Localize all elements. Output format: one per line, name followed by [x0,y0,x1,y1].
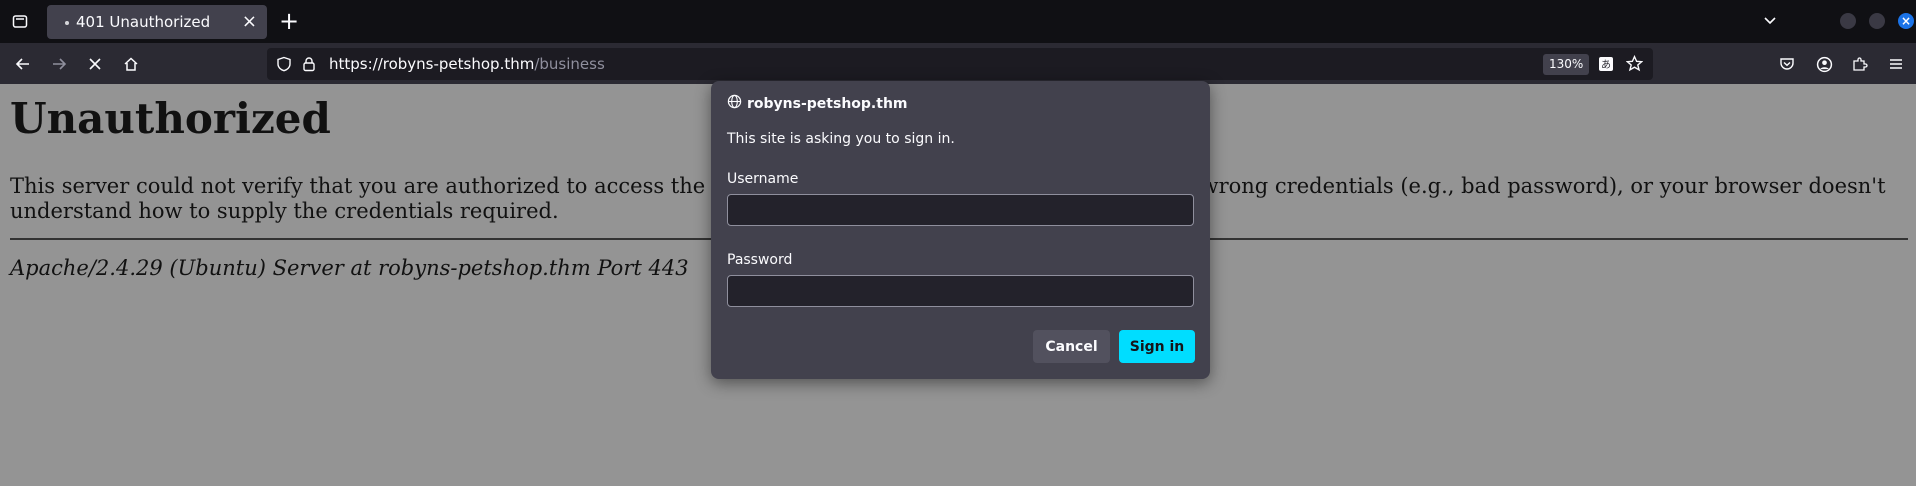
pocket-icon[interactable] [1776,53,1798,75]
lock-icon[interactable] [301,56,317,76]
puzzle-icon[interactable] [1849,53,1871,75]
forward-arrow-icon[interactable] [48,53,70,75]
window-close-button[interactable]: × [1898,13,1914,29]
svg-text:あ: あ [1601,59,1611,71]
tab-strip: 401 Unauthorized × + × [0,0,1916,43]
auth-dialog: robyns-petshop.thm This site is asking y… [711,81,1210,379]
shield-icon[interactable] [276,56,292,76]
tab-list-icon[interactable] [9,10,31,32]
server-signature: Apache/2.4.29 (Ubuntu) Server at robyns-… [10,256,689,280]
stop-icon[interactable] [84,53,106,75]
zoom-indicator[interactable]: 130% [1543,54,1590,75]
star-icon[interactable] [1625,54,1644,76]
username-label: Username [727,171,799,187]
minimize-button[interactable] [1840,13,1856,29]
url-path: /business [534,55,605,73]
dialog-origin: robyns-petshop.thm [727,94,908,113]
translate-icon[interactable]: あ [1598,56,1614,76]
maximize-button[interactable] [1869,13,1885,29]
url-host: https://robyns-petshop.thm [329,55,535,73]
password-label: Password [727,252,793,268]
close-icon[interactable]: × [242,5,257,39]
password-field[interactable] [727,275,1194,307]
username-field[interactable] [727,194,1194,226]
cancel-button[interactable]: Cancel [1033,330,1110,363]
account-icon[interactable] [1813,53,1835,75]
dialog-origin-text: robyns-petshop.thm [747,95,908,112]
nav-toolbar: https://robyns-petshop.thm/business 130%… [0,43,1916,84]
globe-icon [727,94,747,113]
active-tab[interactable]: 401 Unauthorized × [47,5,267,39]
tab-title: 401 Unauthorized [76,13,211,31]
plus-icon[interactable]: + [279,9,299,33]
hamburger-menu-icon[interactable] [1885,53,1907,75]
url-bar[interactable]: https://robyns-petshop.thm/business 130%… [267,48,1653,80]
chevron-down-icon[interactable] [1762,12,1778,32]
dialog-prompt: This site is asking you to sign in. [727,131,955,147]
tab-loading-indicator [65,21,69,25]
url-text[interactable]: https://robyns-petshop.thm/business [329,48,605,80]
sign-in-button[interactable]: Sign in [1119,330,1195,363]
page-heading: Unauthorized [10,94,331,143]
home-icon[interactable] [120,53,142,75]
back-arrow-icon[interactable] [12,53,34,75]
